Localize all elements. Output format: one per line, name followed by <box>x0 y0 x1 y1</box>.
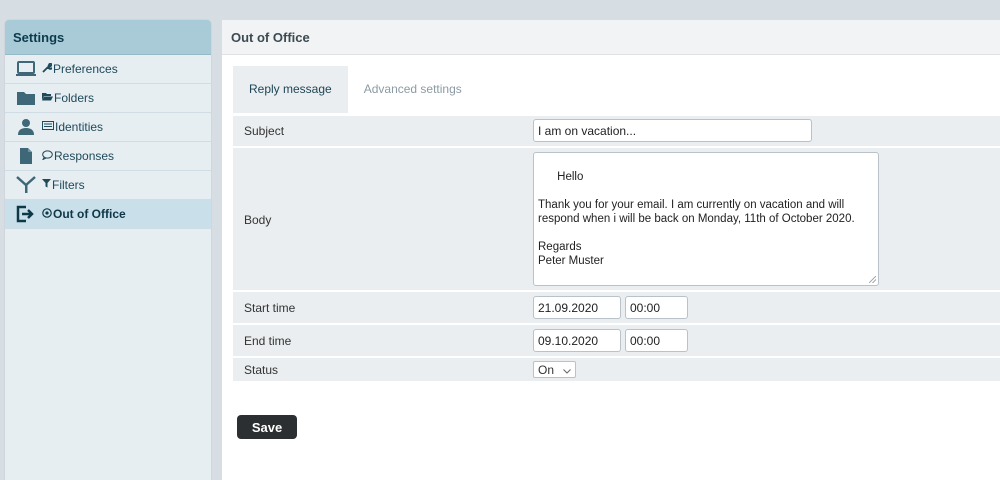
body-text: Hello Thank you for your email. I am cur… <box>538 171 855 267</box>
body-row: Body Hello Thank you for your email. I a… <box>233 148 1000 290</box>
sidebar-item-label: Out of Office <box>53 207 126 221</box>
sidebar-item-label: Responses <box>54 149 115 163</box>
body-textarea[interactable]: Hello Thank you for your email. I am cur… <box>533 152 879 286</box>
end-time-input[interactable]: 00:00 <box>625 329 688 352</box>
sidebar-item-label: Filters <box>52 178 85 192</box>
subject-input[interactable]: I am on vacation... <box>533 119 812 142</box>
laptop-icon <box>15 60 37 78</box>
sidebar-item-label: Folders <box>54 91 95 105</box>
sidebar-title: Settings <box>5 20 211 55</box>
start-time-row: Start time 21.09.2020 00:00 <box>233 292 1000 323</box>
speech-bubble-icon <box>41 149 53 163</box>
document-icon <box>15 147 37 165</box>
subject-label: Subject <box>244 124 285 138</box>
sidebar-item-filters[interactable]: Filters <box>5 171 211 200</box>
tab-bar: Reply message Advanced settings <box>233 66 478 113</box>
start-time-input[interactable]: 00:00 <box>625 296 688 319</box>
folder-icon <box>15 89 37 107</box>
funnel-icon <box>42 179 51 191</box>
page-title: Out of Office <box>222 20 1000 55</box>
sidebar-item-folders[interactable]: Folders <box>5 84 211 113</box>
status-label: Status <box>244 363 279 377</box>
tab-reply-message[interactable]: Reply message <box>233 66 348 113</box>
main-panel: Out of Office Reply message Advanced set… <box>222 20 1000 480</box>
status-value: On <box>538 362 555 377</box>
end-time-row: End time 09.10.2020 00:00 <box>233 325 1000 356</box>
subject-row: Subject I am on vacation... <box>233 116 1000 146</box>
settings-sidebar: Settings Preferences Folders Identities <box>5 20 211 480</box>
save-button[interactable]: Save <box>237 415 297 439</box>
id-card-icon <box>42 121 54 133</box>
sidebar-item-label: Preferences <box>53 62 118 76</box>
clock-icon <box>42 207 52 221</box>
start-time-label: Start time <box>244 301 296 315</box>
sidebar-item-responses[interactable]: Responses <box>5 142 211 171</box>
status-select[interactable]: On <box>533 361 576 378</box>
sidebar-item-out-of-office[interactable]: Out of Office <box>5 200 211 229</box>
end-date-input[interactable]: 09.10.2020 <box>533 329 621 352</box>
sidebar-item-preferences[interactable]: Preferences <box>5 55 211 84</box>
sign-out-icon <box>15 205 37 223</box>
start-date-input[interactable]: 21.09.2020 <box>533 296 621 319</box>
chevron-down-icon <box>563 363 571 377</box>
sidebar-item-identities[interactable]: Identities <box>5 113 211 142</box>
folder-open-icon <box>42 92 53 104</box>
resize-handle-icon[interactable] <box>869 276 876 283</box>
filter-icon <box>15 176 37 194</box>
body-label: Body <box>244 213 272 227</box>
status-row: Status On <box>233 358 1000 381</box>
end-time-label: End time <box>244 334 292 348</box>
wrench-icon <box>42 62 54 76</box>
sidebar-item-label: Identities <box>55 120 104 134</box>
user-icon <box>15 118 37 136</box>
tab-advanced-settings[interactable]: Advanced settings <box>348 66 478 113</box>
